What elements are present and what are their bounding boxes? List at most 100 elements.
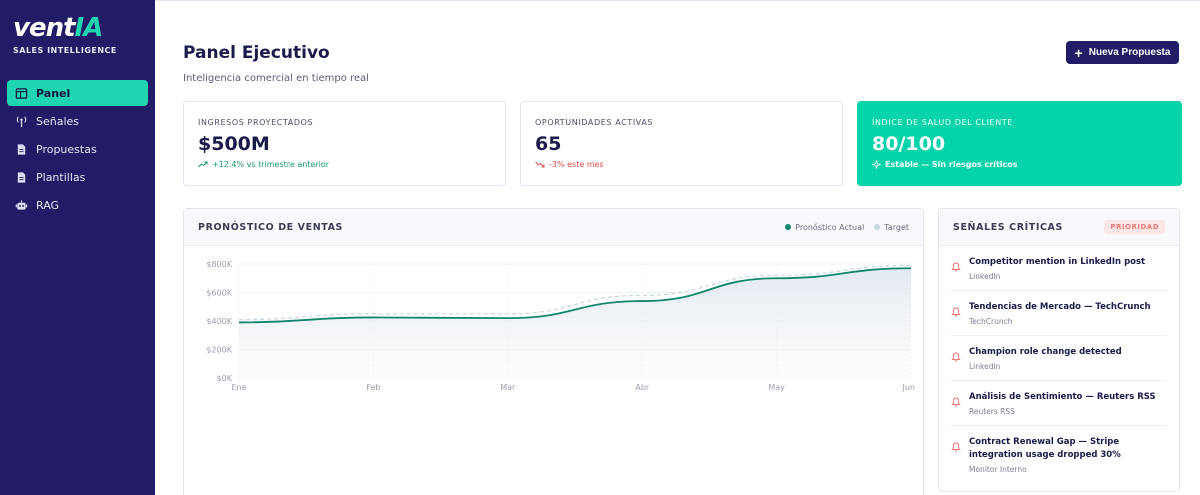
signals-title: SEÑALES CRÍTICAS — [953, 221, 1063, 233]
y-tick-label: $200K — [206, 346, 232, 355]
signal-source: LinkedIn — [969, 362, 1001, 371]
sidebar-item-label: RAG — [36, 198, 60, 212]
sidebar-item-label: Propuestas — [36, 142, 97, 156]
signal-title: Champion role change detected — [969, 347, 1122, 357]
page-header: Panel Ejecutivo Inteligencia comercial e… — [183, 43, 369, 84]
sidebar-item-label: Panel — [36, 86, 71, 100]
logo-part-1: vent — [13, 13, 76, 43]
kpi-row: INGRESOS PROYECTADOS $500M +12.4% vs tri… — [183, 101, 1182, 186]
trend-up-icon — [198, 161, 208, 168]
sidebar-item-rag[interactable]: RAG — [7, 192, 148, 218]
kpi-delta-text: -3% este mes — [549, 160, 604, 169]
signal-body: Análisis de Sentimiento — Reuters RSS Re… — [969, 391, 1156, 416]
legend-item-target[interactable]: Target — [874, 223, 909, 232]
x-tick-label: Feb — [366, 383, 380, 392]
legend-label: Target — [884, 222, 909, 232]
signal-list: Competitor mention in LinkedIn post Link… — [939, 246, 1179, 483]
kpi-label: OPORTUNIDADES ACTIVAS — [535, 118, 654, 127]
signal-body: Champion role change detected LinkedIn — [969, 346, 1122, 371]
kpi-card-opportunities: OPORTUNIDADES ACTIVAS 65 -3% este mes — [520, 101, 843, 186]
sidebar-nav: Panel Señales Propuestas Plantillas RAG — [7, 80, 148, 218]
y-tick-label: $800K — [206, 260, 232, 269]
signal-item[interactable]: Competitor mention in LinkedIn post Link… — [951, 246, 1167, 291]
signal-body: Tendencias de Mercado — TechCrunch TechC… — [969, 301, 1151, 326]
kpi-delta-text: Estable — Sin riesgos críticos — [885, 160, 1018, 169]
page-title: Panel Ejecutivo — [183, 43, 330, 63]
kpi-delta: -3% este mes — [535, 160, 828, 169]
signals-panel-header: SEÑALES CRÍTICAS PRIORIDAD — [939, 209, 1179, 246]
kpi-delta: +12.4% vs trimestre anterior — [198, 160, 491, 169]
signal-source: LinkedIn — [969, 272, 1001, 281]
app-root: ventIA SALES INTELLIGENCE Panel Señales — [0, 0, 1200, 495]
signal-item[interactable]: Tendencias de Mercado — TechCrunch TechC… — [951, 291, 1167, 336]
bell-icon — [951, 301, 963, 326]
logo-tagline: SALES INTELLIGENCE — [13, 46, 117, 55]
trend-down-icon — [535, 161, 545, 168]
signal-body: Competitor mention in LinkedIn post Link… — [969, 256, 1145, 281]
sidebar-item-label: Plantillas — [36, 170, 86, 184]
new-proposal-label: Nueva Propuesta — [1088, 47, 1171, 58]
signal-source: TechCrunch — [969, 317, 1013, 326]
signal-title: Tendencias de Mercado — TechCrunch — [969, 302, 1151, 312]
signal-title: Análisis de Sentimiento — Reuters RSS — [969, 392, 1156, 402]
forecast-area — [239, 268, 911, 378]
signal-item[interactable]: Champion role change detected LinkedIn — [951, 336, 1167, 381]
kpi-delta-text: +12.4% vs trimestre anterior — [212, 160, 330, 169]
priority-badge: PRIORIDAD — [1104, 220, 1165, 234]
legend-dot — [785, 224, 792, 230]
sparkle-icon — [872, 160, 881, 169]
x-tick-label: Abr — [635, 383, 650, 392]
sidebar-item-senales[interactable]: Señales — [7, 108, 148, 134]
signal-source: Reuters RSS — [969, 407, 1015, 416]
critical-signals-panel: SEÑALES CRÍTICAS PRIORIDAD Competitor me… — [938, 208, 1180, 492]
signal-source: Monitor Interno — [969, 465, 1027, 474]
logo: ventIA SALES INTELLIGENCE — [7, 0, 148, 74]
antenna-icon — [15, 115, 28, 128]
kpi-card-health: ÍNDICE DE SALUD DEL CLIENTE 80/100 Estab… — [857, 101, 1182, 186]
bell-icon — [951, 346, 963, 371]
sidebar-item-propuestas[interactable]: Propuestas — [7, 136, 148, 162]
main-content: Panel Ejecutivo Inteligencia comercial e… — [155, 0, 1200, 495]
legend-label: Pronóstico Actual — [795, 222, 865, 232]
logo-part-2: IA — [74, 13, 104, 43]
x-tick-label: Jun — [902, 383, 916, 392]
signal-body: Contract Renewal Gap — Stripe integratio… — [969, 436, 1167, 474]
signal-title: Competitor mention in LinkedIn post — [969, 257, 1146, 267]
document-icon — [15, 143, 28, 156]
page-subtitle: Inteligencia comercial en tiempo real — [183, 73, 369, 84]
robot-icon — [15, 199, 28, 212]
kpi-value: 65 — [535, 133, 562, 155]
y-tick-label: $600K — [206, 289, 232, 298]
signal-item[interactable]: Contract Renewal Gap — Stripe integratio… — [951, 426, 1167, 483]
sidebar-item-panel[interactable]: Panel — [7, 80, 148, 106]
sidebar: ventIA SALES INTELLIGENCE Panel Señales — [0, 0, 155, 495]
sidebar-item-label: Señales — [36, 114, 80, 128]
x-tick-label: Ene — [231, 383, 246, 392]
bell-icon — [951, 391, 963, 416]
kpi-value: $500M — [198, 133, 270, 155]
kpi-delta: Estable — Sin riesgos críticos — [872, 160, 1167, 169]
forecast-chart: $0K $200K $400K $600K $800K Ene Feb Mar Abr May Ju… — [206, 260, 916, 392]
kpi-label: ÍNDICE DE SALUD DEL CLIENTE — [872, 118, 1013, 127]
forecast-panel-header: PRONÓSTICO DE VENTAS Pronóstico Actual T… — [184, 209, 923, 246]
layout-icon — [15, 87, 28, 100]
chart-legend: Pronóstico Actual Target — [775, 223, 909, 232]
x-tick-label: Mar — [500, 383, 516, 392]
plus-icon: + — [1074, 44, 1083, 61]
y-tick-label: $400K — [206, 317, 232, 326]
x-tick-label: May — [768, 383, 785, 392]
document-icon — [15, 171, 28, 184]
y-tick-label: $0K — [217, 374, 233, 383]
kpi-card-revenue: INGRESOS PROYECTADOS $500M +12.4% vs tri… — [183, 101, 506, 186]
bell-icon — [951, 436, 963, 474]
new-proposal-button[interactable]: + Nueva Propuesta — [1066, 41, 1179, 64]
legend-item-actual[interactable]: Pronóstico Actual — [785, 223, 864, 232]
sidebar-item-plantillas[interactable]: Plantillas — [7, 164, 148, 190]
kpi-value: 80/100 — [872, 133, 946, 155]
kpi-label: INGRESOS PROYECTADOS — [198, 118, 314, 127]
forecast-title: PRONÓSTICO DE VENTAS — [198, 221, 344, 233]
signal-title: Contract Renewal Gap — Stripe integratio… — [969, 437, 1121, 460]
signal-item[interactable]: Análisis de Sentimiento — Reuters RSS Re… — [951, 381, 1167, 426]
sales-forecast-panel: PRONÓSTICO DE VENTAS Pronóstico Actual T… — [183, 208, 924, 495]
bell-icon — [951, 256, 963, 281]
